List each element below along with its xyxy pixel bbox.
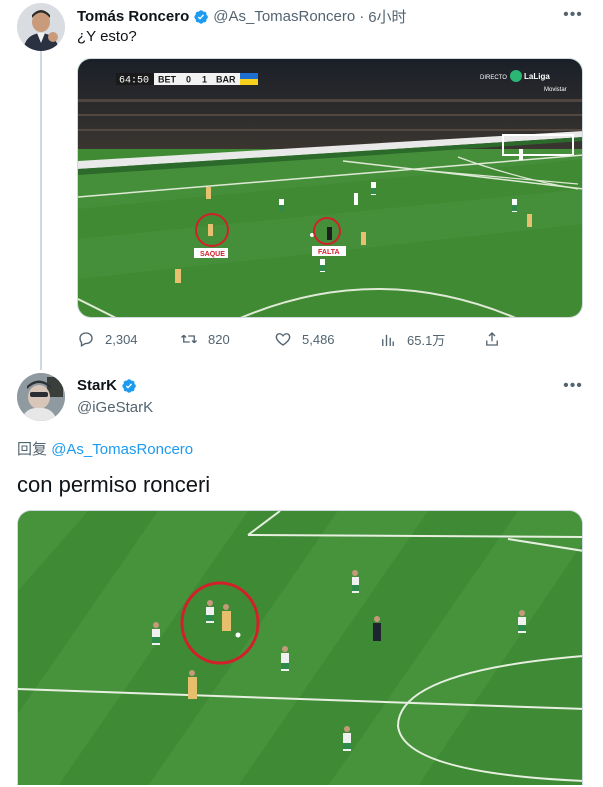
tweet-2-header: StarK bbox=[77, 377, 137, 394]
falta-label: FALTA bbox=[318, 249, 340, 256]
verified-badge-icon bbox=[194, 9, 209, 24]
reply-mention-link[interactable]: @As_TomasRoncero bbox=[51, 441, 193, 458]
heart-icon bbox=[275, 333, 291, 346]
scoreboard-away: BAR bbox=[216, 75, 236, 85]
reply-button[interactable]: 2,304 bbox=[77, 330, 138, 348]
tweet-2-text: con permiso ronceri bbox=[17, 472, 211, 497]
share-button[interactable] bbox=[483, 330, 501, 348]
reply-context: 回复 @As_TomasRoncero bbox=[17, 438, 193, 459]
avatar-tomas-roncero[interactable] bbox=[17, 3, 65, 51]
tweet-1-actions: 2,304 820 5,486 65.1万 bbox=[77, 330, 507, 352]
more-options-icon[interactable]: ••• bbox=[563, 5, 583, 25]
reply-count: 2,304 bbox=[105, 331, 138, 347]
tweet-1-text: ¿Y esto? bbox=[77, 28, 137, 45]
scoreboard-away-score: 1 bbox=[202, 75, 207, 85]
thread-line bbox=[40, 50, 42, 370]
share-icon bbox=[486, 332, 498, 346]
verified-badge-icon bbox=[122, 378, 136, 393]
views-count: 65.1万 bbox=[407, 333, 446, 348]
more-options-icon[interactable]: ••• bbox=[563, 376, 583, 396]
scoreboard-home-score: 0 bbox=[186, 75, 191, 85]
retweet-icon bbox=[181, 334, 197, 344]
reply-prefix: 回复 bbox=[17, 441, 48, 458]
reply-icon bbox=[79, 332, 93, 347]
views-bar-chart-icon bbox=[382, 334, 394, 346]
avatar-stark[interactable] bbox=[17, 373, 65, 421]
network-logo: Movistar bbox=[544, 87, 567, 93]
author-handle[interactable]: @As_TomasRoncero bbox=[213, 8, 355, 25]
views-button[interactable]: 65.1万 bbox=[379, 330, 445, 349]
scoreboard-home: BET bbox=[158, 75, 177, 85]
author-name[interactable]: StarK bbox=[77, 377, 117, 394]
league-logo: LaLiga bbox=[524, 72, 550, 81]
tweet-1[interactable]: Tomás Roncero @As_TomasRoncero · 6小时 •••… bbox=[0, 0, 603, 370]
like-button[interactable]: 5,486 bbox=[274, 330, 335, 348]
tweet-1-header: Tomás Roncero @As_TomasRoncero · 6小时 bbox=[77, 6, 407, 27]
timestamp[interactable]: 6小时 bbox=[368, 6, 406, 27]
tweet-1-image[interactable]: 64:50 BET 0 1 BAR DIRECTO LaLiga Movista… bbox=[77, 58, 583, 318]
tweet-2-image[interactable] bbox=[17, 510, 583, 785]
retweet-button[interactable]: 820 bbox=[180, 330, 230, 348]
separator-dot: · bbox=[359, 8, 365, 25]
author-name[interactable]: Tomás Roncero bbox=[77, 8, 189, 25]
directo-label: DIRECTO bbox=[480, 75, 507, 81]
author-handle[interactable]: @iGeStarK bbox=[77, 399, 153, 416]
retweet-count: 820 bbox=[208, 331, 230, 347]
saque-label: SAQUE bbox=[200, 251, 225, 258]
like-count: 5,486 bbox=[302, 331, 335, 347]
scoreboard-time: 64:50 bbox=[119, 76, 149, 87]
